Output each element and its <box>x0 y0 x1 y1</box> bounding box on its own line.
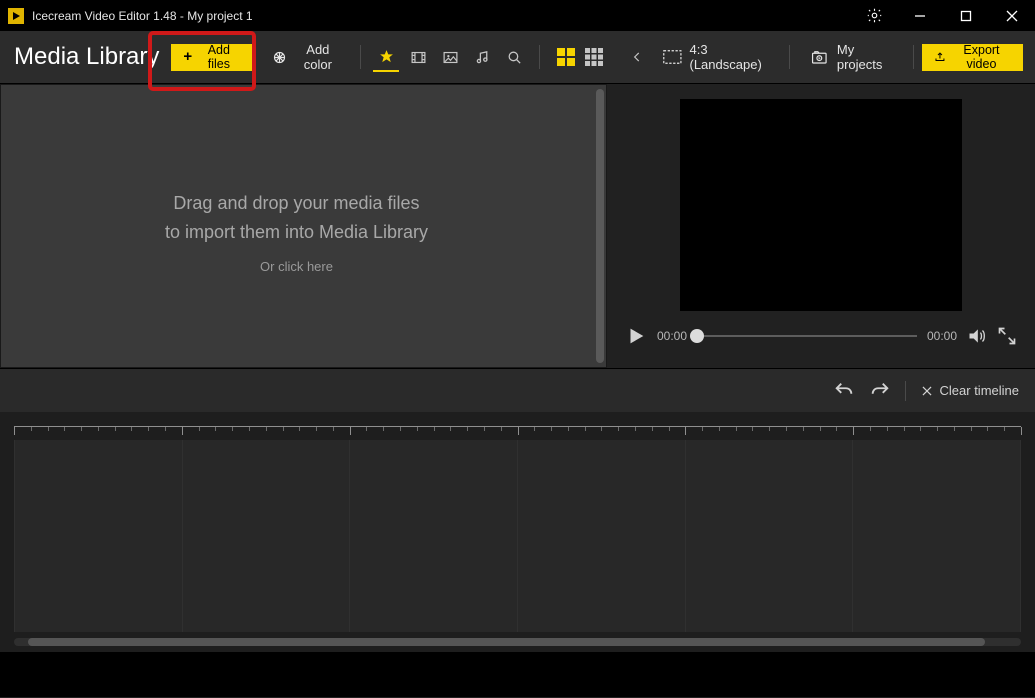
filter-image-icon[interactable] <box>437 42 463 72</box>
timeline-cell[interactable] <box>517 440 685 632</box>
redo-button[interactable] <box>869 380 891 402</box>
workspace: Drag and drop your media files to import… <box>0 84 1035 368</box>
window-minimize-button[interactable] <box>897 0 943 31</box>
export-video-button[interactable]: Export video <box>922 44 1023 71</box>
app-toolbar: Media Library Add files Add color <box>0 31 1035 84</box>
app-title: Icecream Video Editor 1.48 - My project … <box>32 9 253 23</box>
color-wheel-icon <box>272 49 287 66</box>
view-grid-small-icon[interactable] <box>582 45 606 69</box>
timeline-horizontal-scrollbar[interactable] <box>14 638 1021 646</box>
media-filter-icons <box>369 42 531 72</box>
timeline-tracks[interactable] <box>14 440 1021 632</box>
projects-icon <box>810 48 829 66</box>
title-bar: Icecream Video Editor 1.48 - My project … <box>0 0 1035 31</box>
drop-line1: Drag and drop your media files <box>1 189 592 218</box>
volume-button[interactable] <box>967 326 987 346</box>
timeline-cell[interactable] <box>349 440 517 632</box>
aspect-ratio-icon <box>663 48 682 66</box>
drop-message: Drag and drop your media files to import… <box>1 189 592 274</box>
footer-strip <box>0 652 1035 697</box>
filter-all-icon[interactable] <box>373 42 399 72</box>
clear-timeline-button[interactable]: Clear timeline <box>920 383 1019 398</box>
undo-button[interactable] <box>833 380 855 402</box>
export-icon <box>934 50 946 64</box>
my-projects-button[interactable]: My projects <box>798 42 905 72</box>
play-button[interactable] <box>625 325 647 347</box>
add-color-button[interactable]: Add color <box>262 44 353 71</box>
library-scrollbar[interactable] <box>596 89 604 363</box>
app-logo-icon <box>8 8 24 24</box>
media-library-drop-area[interactable]: Drag and drop your media files to import… <box>0 84 607 368</box>
close-icon <box>920 384 934 398</box>
fullscreen-button[interactable] <box>997 326 1017 346</box>
settings-gear-icon[interactable] <box>851 0 897 31</box>
time-total: 00:00 <box>927 329 957 343</box>
scrollbar-thumb[interactable] <box>28 638 985 646</box>
collapse-panel-chevron-icon[interactable] <box>624 50 651 64</box>
view-mode-icons <box>548 45 612 69</box>
timeline-cell[interactable] <box>685 440 853 632</box>
media-library-title: Media Library <box>0 43 171 71</box>
preview-panel: 00:00 00:00 <box>607 84 1035 368</box>
window-close-button[interactable] <box>989 0 1035 31</box>
timeline-ruler[interactable] <box>14 426 1021 434</box>
drop-line2: to import them into Media Library <box>1 218 592 247</box>
timeline-cell[interactable] <box>852 440 1021 632</box>
time-current: 00:00 <box>657 329 687 343</box>
playback-slider-thumb[interactable] <box>690 329 704 343</box>
playback-slider[interactable] <box>697 335 917 337</box>
window-maximize-button[interactable] <box>943 0 989 31</box>
timeline-cell[interactable] <box>182 440 350 632</box>
timeline-cell[interactable] <box>14 440 182 632</box>
filter-audio-icon[interactable] <box>469 42 495 72</box>
add-files-button[interactable]: Add files <box>171 44 251 71</box>
view-grid-large-icon[interactable] <box>554 45 578 69</box>
aspect-ratio-selector[interactable]: 4:3 (Landscape) <box>651 42 782 72</box>
timeline-toolbar: Clear timeline <box>0 368 1035 412</box>
drop-click-here[interactable]: Or click here <box>1 259 592 274</box>
filter-video-icon[interactable] <box>405 42 431 72</box>
search-icon[interactable] <box>501 42 527 72</box>
playback-controls: 00:00 00:00 <box>607 311 1035 347</box>
preview-viewport <box>680 99 962 311</box>
timeline-area[interactable] <box>0 412 1035 652</box>
